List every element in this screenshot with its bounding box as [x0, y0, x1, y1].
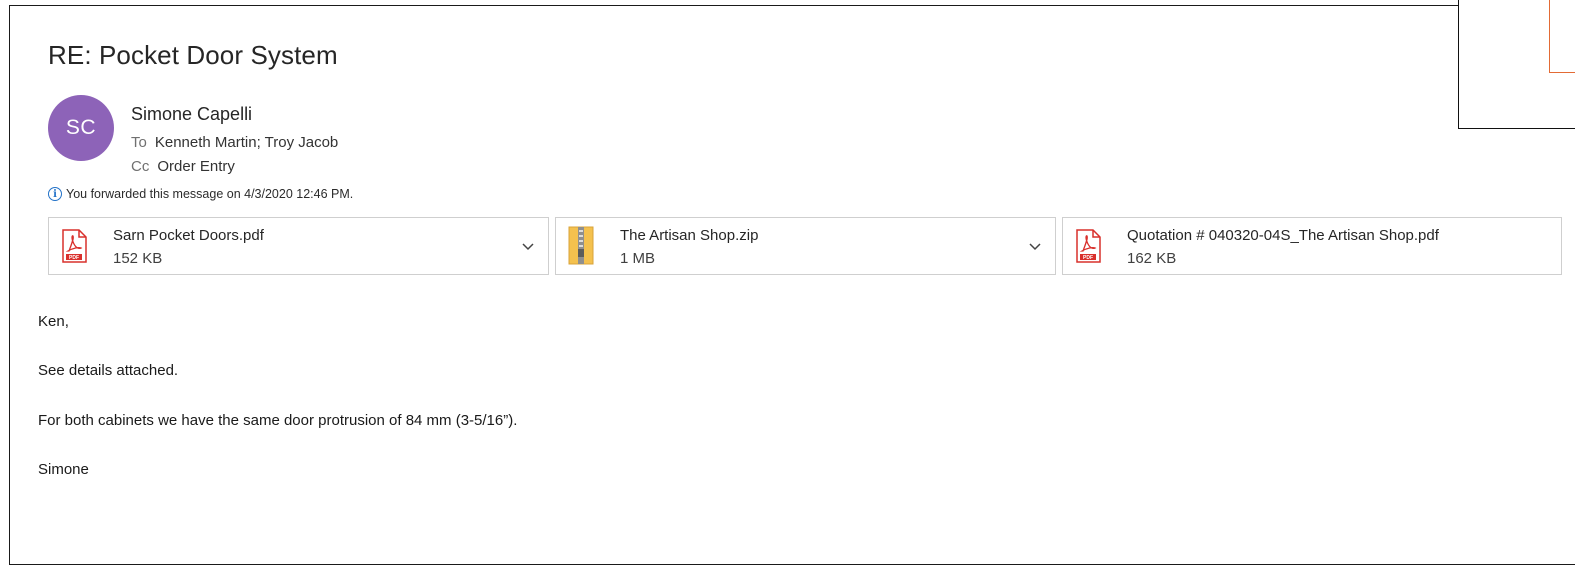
cc-line: Cc Order Entry — [131, 158, 235, 175]
svg-text:PDF: PDF — [1083, 255, 1093, 261]
body-greeting: Ken, — [38, 313, 69, 330]
info-icon: i — [48, 187, 62, 201]
attachment-card[interactable]: The Artisan Shop.zip 1 MB — [555, 217, 1056, 275]
forwarded-info: i You forwarded this message on 4/3/2020… — [48, 187, 353, 201]
to-label: To — [131, 134, 147, 151]
corner-panel-inner — [1549, 0, 1575, 73]
chevron-down-icon[interactable] — [1027, 238, 1043, 254]
to-line: To Kenneth Martin; Troy Jacob — [131, 134, 338, 151]
zip-folder-icon — [568, 226, 594, 270]
attachment-name: Quotation # 040320-04S_The Artisan Shop.… — [1127, 227, 1439, 244]
svg-text:PDF: PDF — [69, 255, 79, 261]
cc-label: Cc — [131, 158, 150, 175]
attachment-size: 152 KB — [113, 250, 163, 267]
attachment-name: The Artisan Shop.zip — [620, 227, 759, 244]
attachment-size: 1 MB — [620, 250, 656, 267]
sender-name[interactable]: Simone Capelli — [131, 104, 252, 125]
pdf-icon: PDF — [61, 229, 87, 268]
sender-avatar[interactable]: SC — [48, 95, 114, 161]
attachment-name: Sarn Pocket Doors.pdf — [113, 227, 264, 244]
attachment-size: 162 KB — [1127, 250, 1177, 267]
forwarded-info-text: You forwarded this message on 4/3/2020 1… — [66, 187, 354, 201]
body-line-1: See details attached. — [38, 362, 179, 379]
to-recipients[interactable]: Kenneth Martin; Troy Jacob — [155, 134, 338, 151]
attachment-card[interactable]: PDF Quotation # 040320-04S_The Artisan S… — [1062, 217, 1562, 275]
attachment-card[interactable]: PDF Sarn Pocket Doors.pdf 152 KB — [48, 217, 549, 275]
chevron-down-icon[interactable] — [520, 238, 536, 254]
email-frame — [9, 5, 1575, 565]
email-subject: RE: Pocket Door System — [48, 40, 338, 70]
corner-panel — [1458, 0, 1575, 129]
cc-recipients[interactable]: Order Entry — [157, 158, 235, 175]
body-signature: Simone — [38, 461, 89, 478]
body-line-2: For both cabinets we have the same door … — [38, 412, 518, 429]
pdf-icon: PDF — [1075, 229, 1101, 268]
